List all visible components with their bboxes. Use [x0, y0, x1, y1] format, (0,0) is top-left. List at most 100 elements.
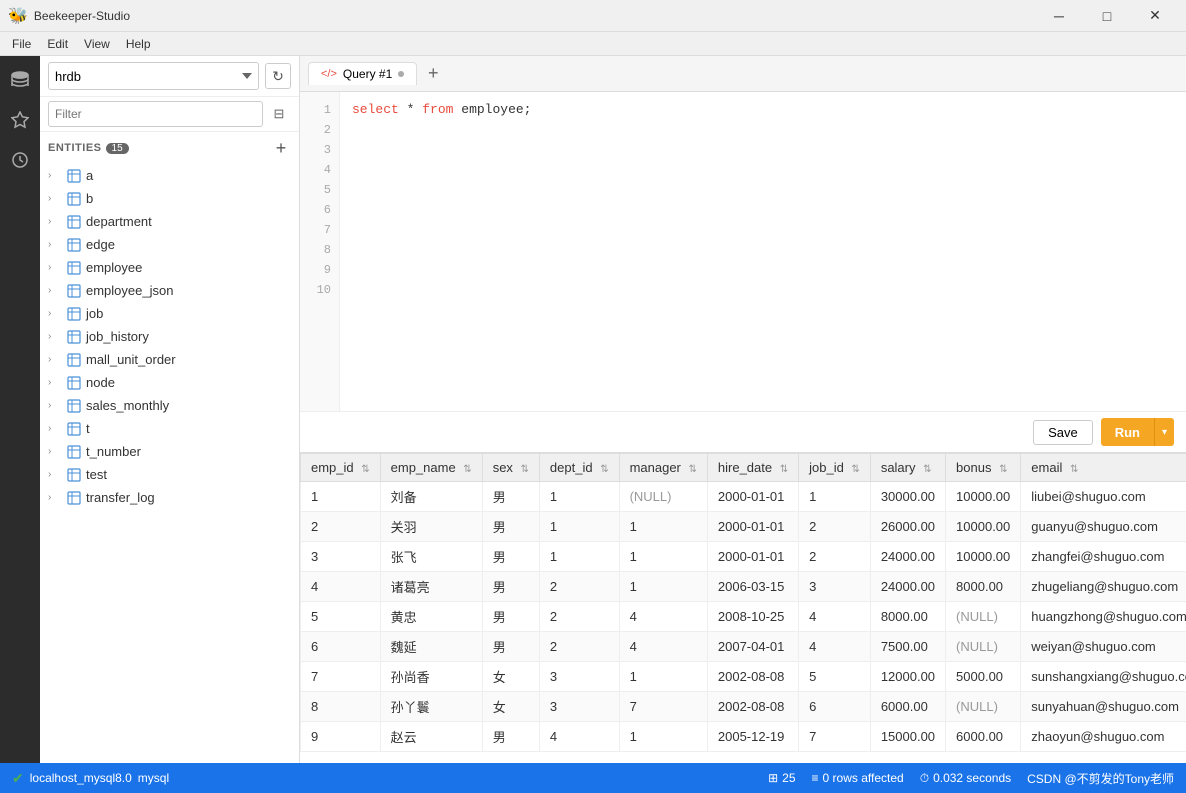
- list-item[interactable]: › b: [40, 187, 299, 210]
- history-icon-btn[interactable]: [4, 144, 36, 176]
- add-query-tab-button[interactable]: +: [421, 62, 445, 86]
- dialect-label: mysql: [138, 771, 169, 785]
- run-button[interactable]: Run: [1101, 418, 1154, 446]
- table-cell: 26000.00: [870, 512, 945, 542]
- maximize-button[interactable]: □: [1084, 0, 1130, 32]
- expand-icon: ›: [48, 308, 62, 319]
- list-item[interactable]: › job: [40, 302, 299, 325]
- table-header-cell[interactable]: emp_id ⇅: [301, 454, 381, 482]
- table-cell: guanyu@shuguo.com: [1021, 512, 1186, 542]
- table-row[interactable]: 3张飞男112000-01-01224000.0010000.00zhangfe…: [301, 542, 1186, 572]
- table-cell: 女: [482, 662, 539, 692]
- table-header-cell[interactable]: job_id ⇅: [799, 454, 871, 482]
- table-cell: 2000-01-01: [707, 482, 798, 512]
- list-item[interactable]: › t_number: [40, 440, 299, 463]
- favorites-icon-btn[interactable]: [4, 104, 36, 136]
- filter-input[interactable]: [48, 101, 263, 127]
- sort-icon: ⇅: [463, 464, 471, 475]
- table-cell: 10000.00: [946, 482, 1021, 512]
- menu-help[interactable]: Help: [118, 35, 159, 53]
- grid-icon: ⊞: [768, 771, 778, 785]
- list-item[interactable]: › sales_monthly: [40, 394, 299, 417]
- list-item[interactable]: › a: [40, 164, 299, 187]
- db-select[interactable]: hrdb: [48, 62, 259, 90]
- table-cell: 12000.00: [870, 662, 945, 692]
- entity-name: a: [86, 168, 93, 183]
- table-row[interactable]: 9赵云男412005-12-19715000.006000.00zhaoyun@…: [301, 722, 1186, 752]
- filter-area: ⊟: [40, 97, 299, 132]
- table-header-cell[interactable]: sex ⇅: [482, 454, 539, 482]
- table-cell: 24000.00: [870, 572, 945, 602]
- table-header-cell[interactable]: emp_name ⇅: [380, 454, 482, 482]
- table-cell: 4: [799, 632, 871, 662]
- table-cell: 男: [482, 482, 539, 512]
- results-area[interactable]: emp_id ⇅emp_name ⇅sex ⇅dept_id ⇅manager …: [300, 453, 1186, 763]
- table-cell: liubei@shuguo.com: [1021, 482, 1186, 512]
- table-cell: 2000-01-01: [707, 512, 798, 542]
- table-icon: [66, 169, 82, 183]
- table-row[interactable]: 2关羽男112000-01-01226000.0010000.00guanyu@…: [301, 512, 1186, 542]
- table-row[interactable]: 4诸葛亮男212006-03-15324000.008000.00zhugeli…: [301, 572, 1186, 602]
- table-icon: [66, 307, 82, 321]
- table-header-cell[interactable]: bonus ⇅: [946, 454, 1021, 482]
- list-item[interactable]: › employee_json: [40, 279, 299, 302]
- entity-name: mall_unit_order: [86, 352, 176, 367]
- table-cell: (NULL): [946, 602, 1021, 632]
- table-cell: sunyahuan@shuguo.com: [1021, 692, 1186, 722]
- minimize-button[interactable]: ─: [1036, 0, 1082, 32]
- menu-edit[interactable]: Edit: [39, 35, 76, 53]
- entity-name: t: [86, 421, 90, 436]
- entities-count: 15: [106, 143, 129, 154]
- editor-content[interactable]: select * from employee;: [340, 92, 1186, 411]
- list-item[interactable]: › transfer_log: [40, 486, 299, 509]
- table-row[interactable]: 5黄忠男242008-10-2548000.00(NULL)huangzhong…: [301, 602, 1186, 632]
- table-icon: [66, 422, 82, 436]
- table-cell: 3: [799, 572, 871, 602]
- table-cell: 关羽: [380, 512, 482, 542]
- refresh-button[interactable]: ↻: [265, 63, 291, 89]
- table-icon: [66, 491, 82, 505]
- list-item[interactable]: › employee: [40, 256, 299, 279]
- sort-icon: ⇅: [780, 464, 788, 475]
- table-header-cell[interactable]: hire_date ⇅: [707, 454, 798, 482]
- expand-icon: ›: [48, 377, 62, 388]
- table-cell: 2002-08-08: [707, 692, 798, 722]
- list-item[interactable]: › edge: [40, 233, 299, 256]
- connection-name: localhost_mysql8.0: [30, 771, 132, 785]
- table-cell: 6: [799, 692, 871, 722]
- table-cell: 2: [539, 602, 619, 632]
- menu-view[interactable]: View: [76, 35, 118, 53]
- table-header-cell[interactable]: manager ⇅: [619, 454, 707, 482]
- list-item[interactable]: › t: [40, 417, 299, 440]
- table-cell: 孙尚香: [380, 662, 482, 692]
- list-item[interactable]: › job_history: [40, 325, 299, 348]
- list-item[interactable]: › department: [40, 210, 299, 233]
- main-layout: hrdb ↻ ⊟ ENTITIES 15 + ›: [0, 56, 1186, 763]
- run-dropdown-button[interactable]: ▾: [1154, 418, 1174, 446]
- table-row[interactable]: 1刘备男1(NULL)2000-01-01130000.0010000.00li…: [301, 482, 1186, 512]
- table-icon: [66, 376, 82, 390]
- filter-icon[interactable]: ⊟: [267, 102, 291, 126]
- expand-icon: ›: [48, 469, 62, 480]
- list-item[interactable]: › test: [40, 463, 299, 486]
- query-tab-1[interactable]: </> Query #1: [308, 62, 417, 85]
- table-header-cell[interactable]: salary ⇅: [870, 454, 945, 482]
- menu-file[interactable]: File: [4, 35, 39, 53]
- add-entity-button[interactable]: +: [271, 138, 291, 158]
- close-button[interactable]: ✕: [1132, 0, 1178, 32]
- list-item[interactable]: › node: [40, 371, 299, 394]
- table-body: 1刘备男1(NULL)2000-01-01130000.0010000.00li…: [301, 482, 1186, 752]
- table-cell: zhugeliang@shuguo.com: [1021, 572, 1186, 602]
- table-row[interactable]: 6魏延男242007-04-0147500.00(NULL)weiyan@shu…: [301, 632, 1186, 662]
- list-item[interactable]: › mall_unit_order: [40, 348, 299, 371]
- entity-list: › a › b › department: [40, 164, 299, 763]
- table-header-cell[interactable]: dept_id ⇅: [539, 454, 619, 482]
- table-cell: 2: [301, 512, 381, 542]
- table-row[interactable]: 7孙尚香女312002-08-08512000.005000.00sunshan…: [301, 662, 1186, 692]
- expand-icon: ›: [48, 193, 62, 204]
- table-row[interactable]: 8孙丫鬟女372002-08-0866000.00(NULL)sunyahuan…: [301, 692, 1186, 722]
- database-icon-btn[interactable]: [4, 64, 36, 96]
- query-tabs: </> Query #1 +: [300, 56, 1186, 92]
- save-button[interactable]: Save: [1033, 420, 1093, 445]
- table-header-cell[interactable]: email ⇅: [1021, 454, 1186, 482]
